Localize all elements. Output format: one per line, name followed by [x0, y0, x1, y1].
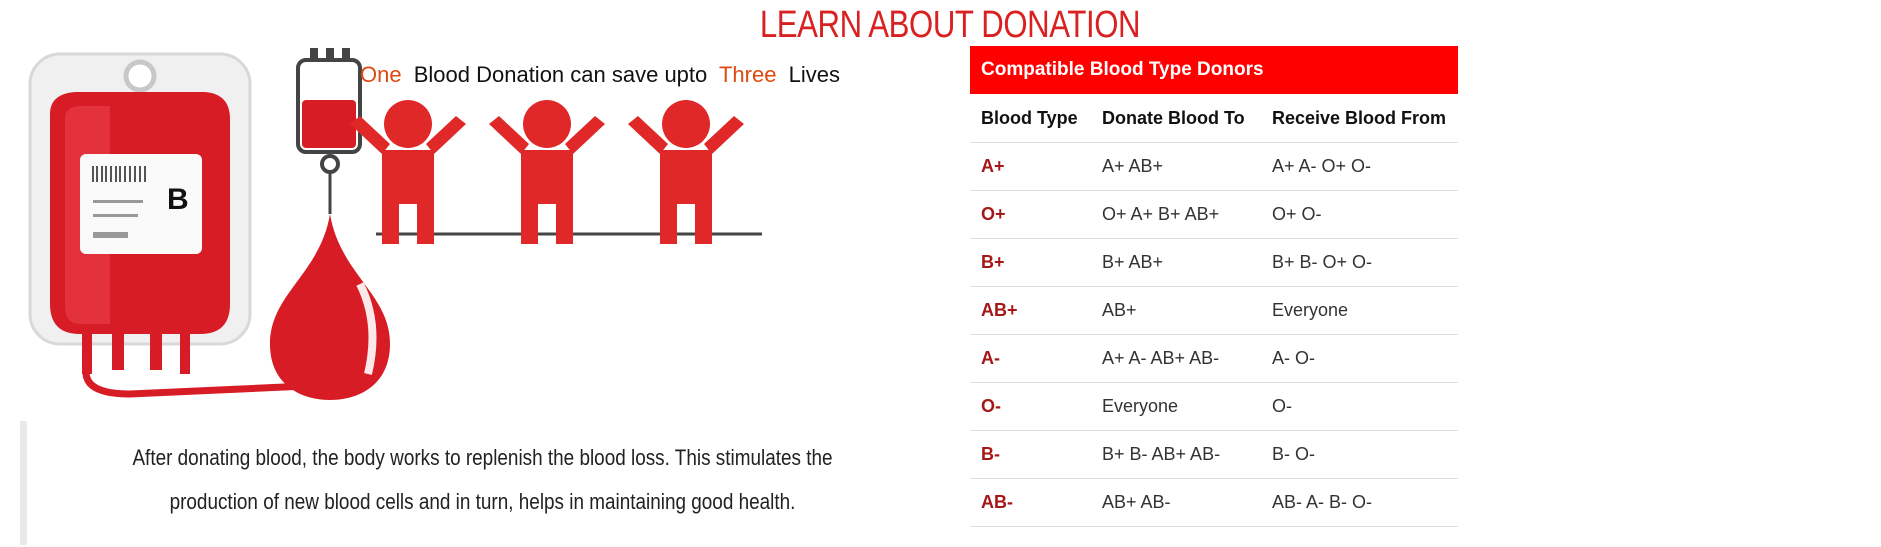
person-icon — [350, 100, 466, 244]
blood-type-cell: AB- — [970, 478, 1091, 527]
donate-to-cell: B+ AB+ — [1091, 238, 1261, 287]
receive-from-cell: AB- A- B- O- — [1261, 478, 1458, 527]
table-row: A- A+ A- AB+ AB- A- O- — [970, 334, 1458, 383]
blood-type-cell: O+ — [970, 190, 1091, 239]
blood-type-cell: B- — [970, 430, 1091, 479]
blood-donation-illustration: B One Blood Donation can save upto Three… — [28, 48, 840, 400]
donate-to-cell: O+ A+ B+ AB+ — [1091, 190, 1261, 239]
person-icon — [489, 100, 605, 244]
tagline-mid: Blood Donation can save upto — [414, 62, 708, 87]
table-row: B+ B+ AB+ B+ B- O+ O- — [970, 238, 1458, 287]
page-title: LEARN ABOUT DONATION — [759, 4, 1141, 46]
donation-tagline: One Blood Donation can save upto Three L… — [360, 62, 840, 87]
table-row: O+ O+ A+ B+ AB+ O+ O- — [970, 190, 1458, 239]
quote-bar — [20, 421, 27, 545]
person-icon — [628, 100, 744, 244]
donate-to-cell: B+ B- AB+ AB- — [1091, 430, 1261, 479]
iv-bag-icon — [296, 48, 362, 214]
table-header: Compatible Blood Type Donors — [970, 46, 1458, 94]
blood-type-cell: O- — [970, 382, 1091, 431]
table-row: B- B+ B- AB+ AB- B- O- — [970, 430, 1458, 479]
column-header-row: Blood Type Donate Blood To Receive Blood… — [970, 94, 1458, 143]
receive-from-cell: A+ A- O+ O- — [1261, 142, 1458, 191]
donate-to-cell: AB+ — [1091, 286, 1261, 335]
table-row: AB+ AB+ Everyone — [970, 286, 1458, 335]
column-header: Donate Blood To — [1091, 94, 1261, 143]
column-header: Blood Type — [970, 94, 1091, 143]
bag-label: B — [167, 183, 189, 216]
table-row: O- Everyone O- — [970, 382, 1458, 431]
receive-from-cell: B+ B- O+ O- — [1261, 238, 1458, 287]
column-header: Receive Blood From — [1261, 94, 1458, 143]
donate-to-cell: Everyone — [1091, 382, 1261, 431]
tagline-word2: Three — [719, 62, 776, 87]
blood-type-cell: AB+ — [970, 286, 1091, 335]
receive-from-cell: A- O- — [1261, 334, 1458, 383]
donate-to-cell: A+ A- AB+ AB- — [1091, 334, 1261, 383]
table-row: A+ A+ AB+ A+ A- O+ O- — [970, 142, 1458, 191]
receive-from-cell: O- — [1261, 382, 1458, 431]
receive-from-cell: O+ O- — [1261, 190, 1458, 239]
receive-from-cell: B- O- — [1261, 430, 1458, 479]
blood-type-cell: A+ — [970, 142, 1091, 191]
tagline-end: Lives — [789, 62, 840, 87]
tagline-word1: One — [360, 62, 402, 87]
donate-to-cell: A+ AB+ — [1091, 142, 1261, 191]
receive-from-cell: Everyone — [1261, 286, 1458, 335]
compatibility-table: Compatible Blood Type Donors Blood Type … — [970, 46, 1458, 527]
blood-type-cell: A- — [970, 334, 1091, 383]
blood-type-cell: B+ — [970, 238, 1091, 287]
donate-to-cell: AB+ AB- — [1091, 478, 1261, 527]
donation-caption: After donating blood, the body works to … — [132, 445, 833, 514]
table-row: AB- AB+ AB- AB- A- B- O- — [970, 478, 1458, 527]
